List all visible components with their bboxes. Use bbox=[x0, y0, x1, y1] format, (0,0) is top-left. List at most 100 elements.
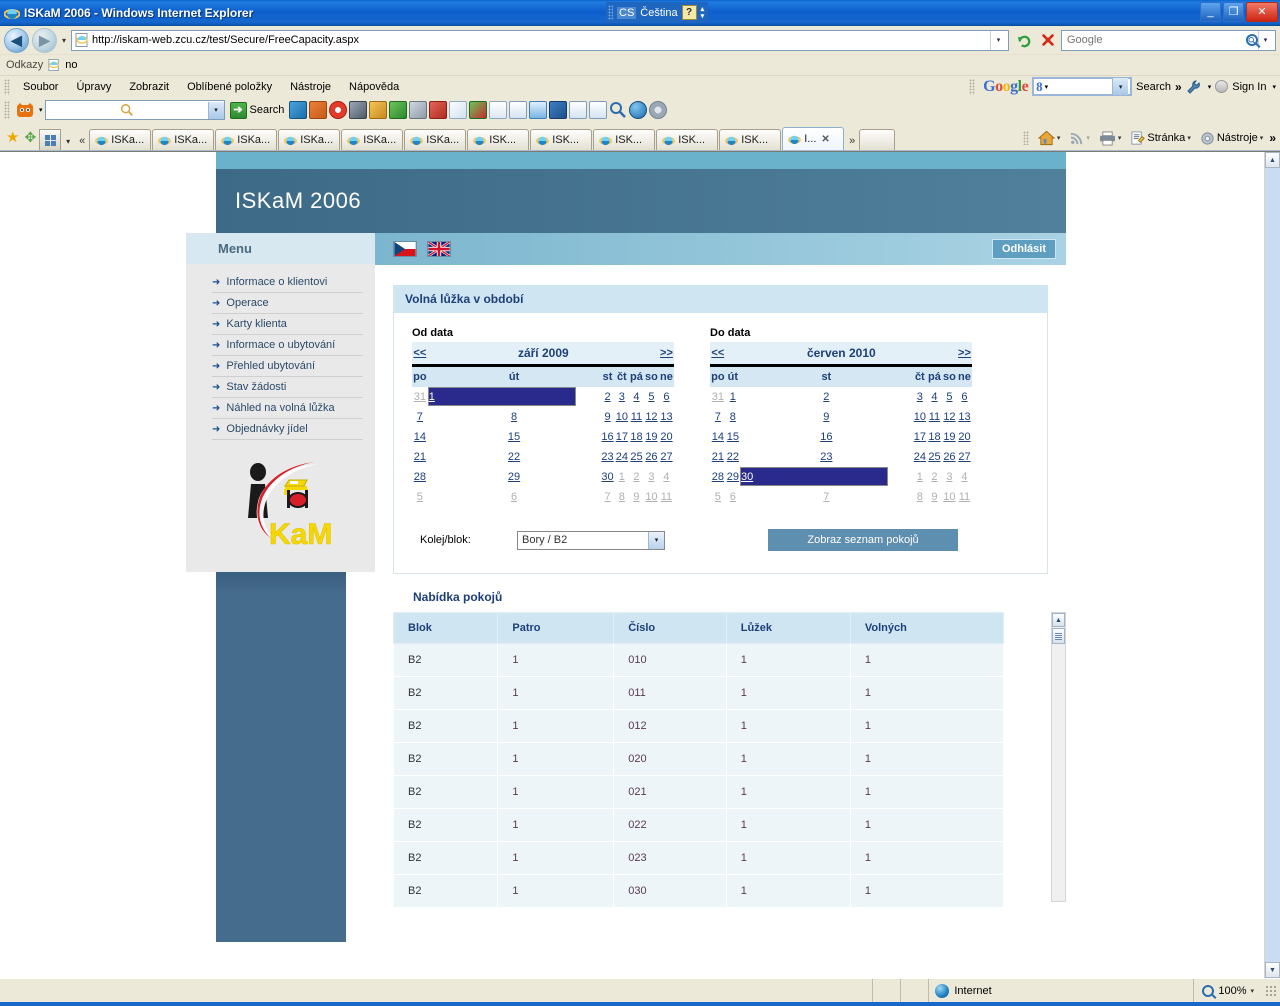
calendar-day[interactable]: 6 bbox=[658, 387, 674, 407]
print-button[interactable]: ▾ bbox=[1096, 130, 1125, 147]
calendar-day[interactable]: 18 bbox=[926, 427, 942, 447]
browser-tab[interactable]: ISKa... bbox=[152, 129, 215, 150]
bookmark-icon[interactable] bbox=[469, 101, 488, 119]
calendar-day-link[interactable]: 7 bbox=[417, 411, 423, 423]
addon-search-button[interactable]: ➔ Search bbox=[229, 101, 284, 119]
calendar-day[interactable]: 20 bbox=[658, 427, 674, 447]
tab-close-icon[interactable]: ✕ bbox=[821, 134, 829, 145]
calendar-day[interactable]: 9 bbox=[600, 407, 615, 427]
resize-grip-icon[interactable] bbox=[1265, 984, 1277, 997]
calendar-day-link[interactable]: 23 bbox=[820, 451, 832, 463]
scroll-track[interactable] bbox=[1265, 168, 1280, 962]
calendar-day[interactable]: 17 bbox=[614, 427, 629, 447]
calendar-day[interactable]: 10 bbox=[941, 487, 957, 507]
maximize-button[interactable]: ❐ bbox=[1223, 2, 1244, 22]
calendar-day-link[interactable]: 22 bbox=[508, 451, 520, 463]
calendar-day-link[interactable]: 8 bbox=[917, 491, 923, 503]
calendar-day-link[interactable]: 16 bbox=[601, 431, 613, 443]
sidebar-item-label[interactable]: Objednávky jídel bbox=[226, 423, 307, 435]
page-scrollbar[interactable]: ▲ ▼ bbox=[1264, 152, 1280, 978]
calendar-day-link[interactable]: 11 bbox=[929, 411, 940, 423]
calendar-day-link[interactable]: 2 bbox=[823, 391, 829, 403]
rooms-grid-scrollbar[interactable]: ▲ bbox=[1051, 612, 1066, 902]
calendar-day[interactable]: 13 bbox=[956, 407, 972, 427]
find-icon[interactable] bbox=[609, 101, 627, 119]
tools-menu-button[interactable]: Nástroje ▾ bbox=[1197, 130, 1266, 147]
calendar-day-link[interactable]: 29 bbox=[727, 471, 739, 483]
minimize-button[interactable]: _ bbox=[1200, 2, 1221, 22]
calendar-day-link[interactable]: 5 bbox=[648, 391, 654, 403]
calendar-day-link[interactable]: 19 bbox=[943, 431, 955, 443]
calendar-day-link[interactable]: 6 bbox=[663, 391, 669, 403]
calendar-day[interactable]: 18 bbox=[628, 427, 644, 447]
quick-tabs-button[interactable] bbox=[39, 129, 62, 150]
calendar-day[interactable]: 2 bbox=[926, 467, 942, 487]
calendar-day[interactable]: 2 bbox=[600, 387, 615, 407]
highlight-icon[interactable] bbox=[289, 101, 308, 119]
sidebar-item-3[interactable]: ➜ Karty klienta bbox=[186, 314, 375, 334]
browser-tab[interactable]: ISKa... bbox=[278, 129, 341, 150]
calendar-day-link[interactable]: 4 bbox=[931, 391, 937, 403]
calendar-day[interactable]: 23 bbox=[600, 447, 615, 467]
calendar-day-link[interactable]: 1 bbox=[619, 471, 625, 483]
calendar-day-link[interactable]: 29 bbox=[508, 471, 520, 483]
calendar-day-link[interactable]: 4 bbox=[633, 391, 639, 403]
download-icon[interactable] bbox=[429, 101, 448, 119]
table-row[interactable]: B2 1 021 1 1 bbox=[392, 775, 1005, 809]
forward-button[interactable]: ▶ bbox=[32, 27, 57, 53]
calendar-day-link[interactable]: 30 bbox=[601, 471, 613, 483]
google-overflow-icon[interactable]: » bbox=[1175, 80, 1182, 94]
signin-caret-icon[interactable]: ▾ bbox=[1272, 83, 1276, 91]
tab-overflow-icon[interactable]: » bbox=[845, 135, 859, 147]
calendar-day[interactable]: 30 bbox=[739, 467, 888, 486]
calendar-day[interactable]: 5 bbox=[643, 387, 659, 407]
calendar-day-link[interactable]: 24 bbox=[914, 451, 926, 463]
calendar-day-link[interactable]: 28 bbox=[712, 471, 724, 483]
url-dropdown-icon[interactable]: ▾ bbox=[990, 30, 1006, 50]
browser-tab[interactable]: ISK... bbox=[656, 129, 719, 150]
calendar-day-link[interactable]: 3 bbox=[648, 471, 654, 483]
calendar-day-link[interactable]: 6 bbox=[730, 491, 736, 503]
calendar-day[interactable]: 24 bbox=[912, 447, 927, 467]
calendar-day[interactable]: 21 bbox=[412, 447, 428, 467]
calendar-day[interactable]: 16 bbox=[739, 427, 913, 447]
media-icon[interactable] bbox=[529, 101, 548, 119]
menu-item-napoveda[interactable]: Nápověda bbox=[340, 79, 408, 95]
calendar-day[interactable]: 6 bbox=[725, 487, 740, 507]
calendar-day[interactable]: 13 bbox=[658, 407, 674, 427]
calendar-day-link[interactable]: 10 bbox=[616, 411, 628, 423]
calendar-day-link[interactable]: 26 bbox=[943, 451, 955, 463]
url-text[interactable]: http://iskam-web.zcu.cz/test/Secure/Free… bbox=[92, 34, 990, 46]
sidebar-item-7[interactable]: ➜ Náhled na volná lůžka bbox=[186, 398, 375, 418]
camera-icon[interactable] bbox=[349, 101, 368, 119]
language-spinner-icon[interactable]: ▴ ▾ bbox=[701, 6, 705, 20]
logout-button[interactable]: Odhlásit bbox=[991, 239, 1056, 259]
history-dropdown-icon[interactable]: ▾ bbox=[57, 36, 71, 45]
calendar-day-link[interactable]: 16 bbox=[820, 431, 832, 443]
calendar-day-link[interactable]: 1 bbox=[429, 391, 435, 403]
calendar-day-link[interactable]: 21 bbox=[414, 451, 426, 463]
jar-icon[interactable] bbox=[369, 101, 388, 119]
calendar-day[interactable]: 21 bbox=[710, 447, 726, 467]
calendar-day-link[interactable]: 10 bbox=[914, 411, 926, 423]
calendar-day[interactable]: 7 bbox=[412, 407, 428, 427]
calendar-day[interactable]: 24 bbox=[614, 447, 629, 467]
calendar-day[interactable]: 4 bbox=[658, 467, 674, 487]
calendar-day[interactable]: 4 bbox=[628, 387, 644, 407]
calendar-next-button[interactable]: >> bbox=[658, 342, 674, 366]
calendar-day[interactable]: 12 bbox=[941, 407, 957, 427]
calendar-day[interactable]: 2 bbox=[739, 387, 913, 407]
calendar-day-link[interactable]: 9 bbox=[604, 411, 610, 423]
calendar-day-link[interactable]: 25 bbox=[928, 451, 940, 463]
calendar-day-link[interactable]: 7 bbox=[715, 411, 721, 423]
calendar-day[interactable]: 25 bbox=[926, 447, 942, 467]
calendar-day-link[interactable]: 15 bbox=[508, 431, 520, 443]
page-menu-button[interactable]: Stránka ▾ bbox=[1127, 130, 1193, 147]
calendar-day[interactable]: 7 bbox=[739, 487, 913, 507]
calendar-day-link[interactable]: 4 bbox=[961, 471, 967, 483]
zoom-out-icon[interactable] bbox=[589, 101, 608, 119]
browser-tab[interactable]: ISK... bbox=[467, 129, 530, 150]
search-icon[interactable] bbox=[1245, 34, 1258, 46]
calendar-day-link[interactable]: 13 bbox=[660, 411, 672, 423]
wrench-caret-icon[interactable]: ▾ bbox=[1208, 83, 1212, 91]
